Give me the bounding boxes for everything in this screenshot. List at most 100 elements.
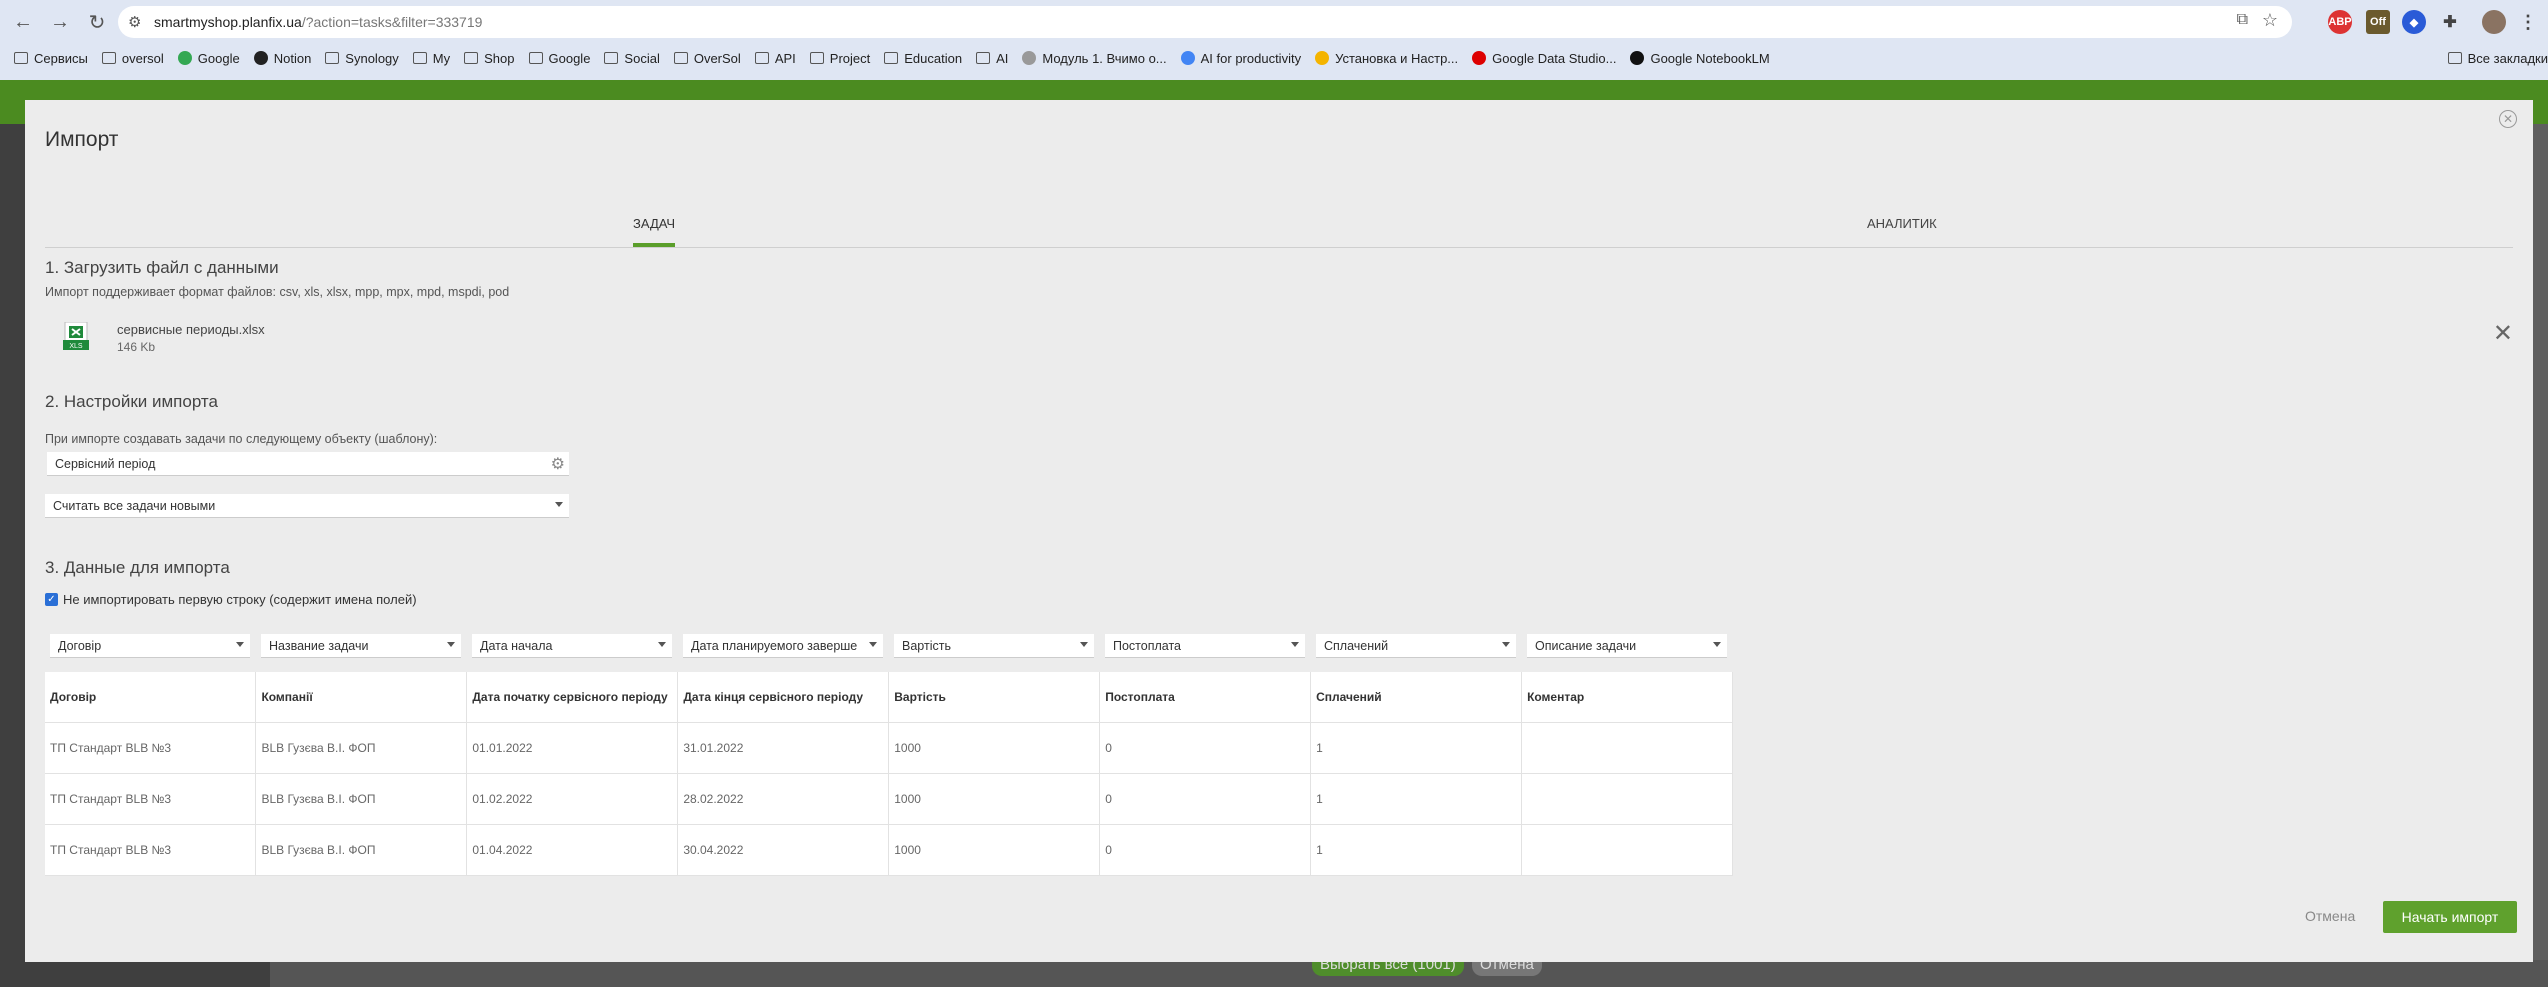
bookmark-item[interactable]: Notion bbox=[253, 50, 312, 66]
column-mapping-select[interactable]: Дата начала bbox=[472, 634, 672, 658]
folder-icon bbox=[809, 52, 824, 64]
bookmarks-all[interactable]: Все закладки bbox=[2434, 45, 2548, 71]
import-tabs: ЗАДАЧ АНАЛИТИК bbox=[45, 208, 2513, 248]
template-label: При импорте создавать задачи по следующе… bbox=[45, 432, 438, 446]
bookmark-label: Shop bbox=[484, 50, 515, 66]
template-field[interactable]: Сервісний період ⚙ bbox=[47, 452, 569, 476]
column-mapping-select[interactable]: Описание задачи bbox=[1527, 634, 1727, 658]
folder-icon bbox=[976, 52, 991, 64]
close-icon[interactable]: ✕ bbox=[2499, 110, 2517, 128]
bookmark-label: Модуль 1. Вчимо о... bbox=[1042, 50, 1167, 66]
bookmark-favicon-icon bbox=[1630, 51, 1645, 65]
folder-icon bbox=[412, 52, 427, 64]
folder-icon bbox=[673, 52, 688, 64]
column-mapping-select[interactable]: Вартість bbox=[894, 634, 1094, 658]
column-mapping-select[interactable]: Сплачений bbox=[1316, 634, 1516, 658]
star-icon[interactable]: ☆ bbox=[2262, 10, 2278, 31]
bookmark-item[interactable]: Google NotebookLM bbox=[1630, 51, 1770, 66]
table-cell: 1000 bbox=[888, 824, 1101, 876]
bookmark-favicon-icon bbox=[1180, 51, 1195, 65]
install-app-icon[interactable]: ⧉ bbox=[2237, 11, 2248, 29]
remove-file-icon[interactable]: ✕ bbox=[2493, 322, 2513, 346]
bookmark-item[interactable]: Сервисы bbox=[14, 51, 88, 66]
browser-chrome: ← → ↻ ⚙ smartmyshop.planfix.ua/?action=t… bbox=[0, 0, 2548, 80]
import-mode-select[interactable]: Считать все задачи новыми bbox=[45, 494, 569, 518]
column-header: Вартість bbox=[888, 672, 1101, 723]
checkbox-checked-icon[interactable]: ✓ bbox=[45, 593, 58, 606]
bookmark-item[interactable]: Google bbox=[528, 51, 590, 66]
bookmark-item[interactable]: oversol bbox=[101, 50, 164, 66]
mapping-value: Дата начала bbox=[480, 639, 553, 653]
column-header: Коментар bbox=[1521, 672, 1733, 723]
bookmark-item[interactable]: Education bbox=[884, 51, 962, 66]
extensions-puzzle-icon[interactable]: ✚ bbox=[2438, 10, 2462, 34]
table-row: ТП Стандарт BLB №3 BLB Гузєва В.І. ФОП 01.… bbox=[45, 824, 1733, 876]
bookmark-item[interactable]: AI bbox=[976, 51, 1008, 66]
site-info-icon[interactable]: ⚙ bbox=[128, 13, 154, 31]
table-cell: BLB Гузєва В.І. ФОП bbox=[255, 722, 468, 774]
table-cell: 01.04.2022 bbox=[466, 824, 679, 876]
bookmark-label: AI bbox=[996, 50, 1009, 66]
import-dialog: ✕ Импорт ЗАДАЧ АНАЛИТИК 1. Загрузить фай… bbox=[25, 100, 2533, 962]
shield-extension-icon[interactable]: ◆ bbox=[2402, 10, 2426, 34]
url-text: smartmyshop.planfix.ua/?action=tasks&fil… bbox=[154, 14, 483, 30]
cancel-button[interactable]: Отмена bbox=[2305, 908, 2355, 924]
bookmark-label: OverSol bbox=[693, 50, 741, 66]
profile-avatar[interactable] bbox=[2482, 10, 2506, 34]
bookmark-label: Сервисы bbox=[34, 50, 88, 66]
bookmark-item[interactable]: Social bbox=[604, 51, 660, 66]
start-import-button[interactable]: Начать импорт bbox=[2383, 901, 2517, 933]
bookmark-label: Notion bbox=[273, 50, 312, 66]
column-mapping-select[interactable]: Постоплата bbox=[1105, 634, 1305, 658]
import-preview-table: Договір Компанії Дата початку сервісного п… bbox=[45, 672, 1733, 876]
chevron-down-icon bbox=[1080, 642, 1088, 647]
gear-icon[interactable]: ⚙ bbox=[551, 454, 565, 474]
column-mapping-select[interactable]: Договір bbox=[50, 634, 250, 658]
table-cell: 0 bbox=[1099, 773, 1312, 825]
table-cell bbox=[1521, 773, 1733, 825]
xlsx-file-icon: XLS bbox=[63, 322, 89, 350]
bookmark-item[interactable]: OverSol bbox=[673, 50, 741, 66]
bookmark-item[interactable]: Project bbox=[809, 51, 870, 66]
table-cell bbox=[1521, 722, 1733, 774]
url-row: ← → ↻ ⚙ smartmyshop.planfix.ua/?action=t… bbox=[0, 0, 2548, 44]
chevron-down-icon bbox=[869, 642, 877, 647]
bookmark-label: Google Data Studio... bbox=[1492, 50, 1617, 66]
folder-icon bbox=[754, 52, 769, 64]
back-icon[interactable]: ← bbox=[9, 8, 37, 36]
bookmark-item[interactable]: Установка и Настр... bbox=[1315, 51, 1458, 66]
reload-icon[interactable]: ↻ bbox=[83, 8, 111, 36]
bookmark-item[interactable]: Synology bbox=[325, 51, 399, 66]
skip-first-row-option[interactable]: ✓ Не импортировать первую строку (содерж… bbox=[45, 592, 417, 607]
column-mapping-select[interactable]: Дата планируемого заверше bbox=[683, 634, 883, 658]
bookmark-label: AI for productivity bbox=[1200, 50, 1302, 66]
address-bar[interactable]: ⚙ smartmyshop.planfix.ua/?action=tasks&f… bbox=[118, 6, 2292, 38]
column-header: Сплачений bbox=[1310, 672, 1523, 723]
bookmark-favicon-icon bbox=[1022, 51, 1037, 65]
skip-first-row-label: Не импортировать первую строку (содержит… bbox=[63, 592, 417, 607]
tab-tasks[interactable]: ЗАДАЧ bbox=[633, 208, 676, 247]
table-cell: 01.02.2022 bbox=[466, 773, 679, 825]
bookmark-label: oversol bbox=[121, 50, 164, 66]
forward-icon[interactable]: → bbox=[46, 8, 74, 36]
chevron-down-icon bbox=[555, 502, 563, 507]
bookmark-item[interactable]: Google Data Studio... bbox=[1472, 51, 1616, 66]
table-cell: ТП Стандарт BLB №3 bbox=[45, 773, 257, 825]
bookmark-item[interactable]: API bbox=[754, 51, 796, 66]
bookmark-item[interactable]: My bbox=[412, 51, 450, 66]
bookmark-item[interactable]: Shop bbox=[464, 50, 515, 66]
folder-icon bbox=[528, 52, 543, 64]
adblock-extension-icon[interactable]: ABP bbox=[2328, 10, 2352, 34]
bookmark-item[interactable]: Google bbox=[177, 51, 240, 66]
bookmark-label: Установка и Настр... bbox=[1335, 50, 1459, 66]
bookmark-favicon-icon bbox=[253, 51, 268, 65]
extension-off-icon[interactable]: Off bbox=[2366, 10, 2390, 34]
mapping-value: Дата планируемого заверше bbox=[691, 639, 858, 653]
menu-icon[interactable]: ⋮ bbox=[2516, 10, 2540, 34]
tab-analytics[interactable]: АНАЛИТИК bbox=[1867, 208, 1937, 247]
column-mapping-select[interactable]: Название задачи bbox=[261, 634, 461, 658]
bookmark-item[interactable]: AI for productivity bbox=[1180, 50, 1302, 66]
bookmark-item[interactable]: Модуль 1. Вчимо о... bbox=[1022, 50, 1167, 66]
step2-heading: 2. Настройки импорта bbox=[45, 392, 218, 411]
bookmark-favicon-icon bbox=[1315, 51, 1330, 65]
